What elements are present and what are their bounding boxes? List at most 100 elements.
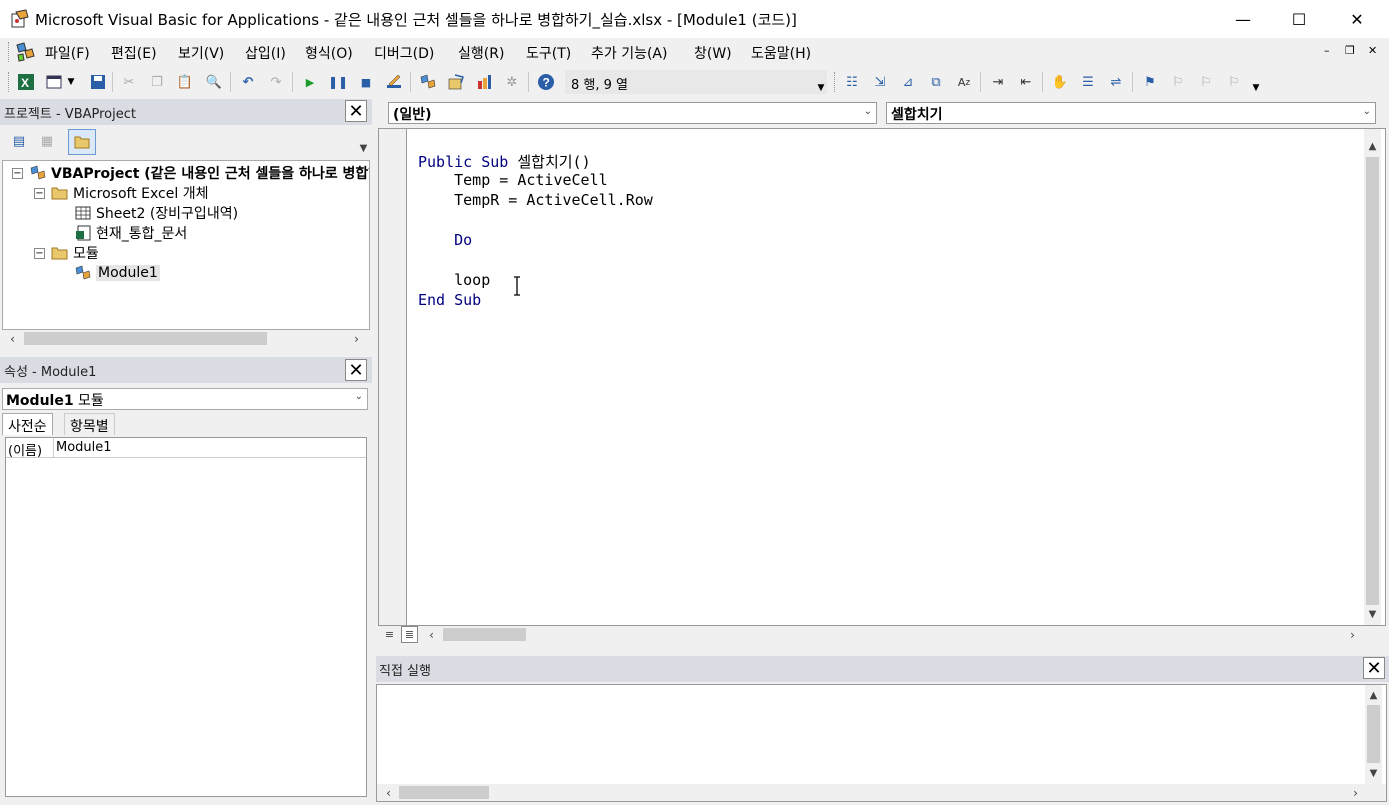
- code-line-3[interactable]: TempR = ActiveCell.Row: [418, 191, 653, 209]
- scroll-thumb[interactable]: [1367, 705, 1380, 763]
- code-line-1[interactable]: Public Sub 셀합치기(): [418, 151, 591, 172]
- code-vscroll[interactable]: ▲ ▼: [1364, 129, 1381, 625]
- tree-item-root[interactable]: VBAProject (같은 내용인 근처 셀들을 하나로 병합하기_실습.xl…: [29, 163, 369, 183]
- collapse-excel-objects-toggle[interactable]: −: [34, 188, 45, 199]
- procedure-combo[interactable]: 셀합치기 ⌄: [886, 102, 1376, 124]
- redo-icon[interactable]: ↷: [267, 73, 285, 91]
- tab-alphabetic[interactable]: 사전순: [2, 413, 53, 435]
- break-icon[interactable]: ❚❚: [328, 73, 348, 91]
- mdi-minimize-button[interactable]: –: [1324, 44, 1330, 57]
- chevron-left-icon[interactable]: ‹: [4, 330, 21, 347]
- immediate-vscroll[interactable]: ▲ ▼: [1365, 685, 1382, 785]
- list-properties-icon[interactable]: ☷: [843, 73, 861, 91]
- maximize-button[interactable]: ☐: [1276, 0, 1322, 38]
- clear-bookmarks-icon[interactable]: ⚐: [1225, 73, 1243, 91]
- chevron-down-icon[interactable]: ▼: [355, 140, 372, 157]
- object-dropdown[interactable]: Module1 모듈 ⌄: [2, 388, 368, 410]
- menu-file[interactable]: 파일(F): [45, 43, 90, 63]
- chevron-right-icon[interactable]: ›: [1344, 626, 1361, 643]
- full-module-view-icon[interactable]: ≣: [401, 626, 418, 643]
- properties-close-button[interactable]: ✕: [345, 359, 367, 381]
- code-line-2[interactable]: Temp = ActiveCell: [418, 171, 608, 189]
- scroll-thumb[interactable]: [443, 628, 526, 641]
- toolbar-overflow-icon[interactable]: ▼: [1250, 82, 1262, 94]
- copy-icon[interactable]: ❐: [148, 73, 166, 91]
- code-margin[interactable]: [379, 129, 407, 625]
- comment-block-icon[interactable]: ☰: [1079, 73, 1097, 91]
- complete-word-icon[interactable]: Az: [955, 73, 973, 91]
- mdi-close-button[interactable]: ✕: [1368, 44, 1377, 57]
- immediate-hscroll[interactable]: ‹ ›: [377, 784, 1386, 801]
- code-line-8[interactable]: End Sub: [418, 291, 481, 309]
- object-combo[interactable]: (일반) ⌄: [388, 102, 877, 124]
- immediate-window[interactable]: ▲ ▼ ‹ ›: [376, 684, 1387, 802]
- menu-window[interactable]: 창(W): [694, 43, 732, 63]
- tree-item-excel-objects[interactable]: Microsoft Excel 개체: [51, 183, 208, 203]
- minimize-button[interactable]: —: [1220, 0, 1266, 38]
- procedure-view-icon[interactable]: ≡: [381, 626, 398, 643]
- menu-view[interactable]: 보기(V): [178, 43, 224, 63]
- menu-tools[interactable]: 도구(T): [526, 43, 571, 63]
- menu-format[interactable]: 형식(O): [305, 43, 353, 63]
- immediate-close-button[interactable]: ✕: [1363, 657, 1385, 679]
- menu-addins[interactable]: 추가 기능(A): [591, 43, 667, 63]
- chevron-right-icon[interactable]: ›: [1347, 784, 1364, 801]
- undo-icon[interactable]: ↶: [239, 73, 257, 91]
- menu-insert[interactable]: 삽입(I): [245, 43, 286, 63]
- view-object-icon[interactable]: ▦: [38, 132, 56, 150]
- collapse-modules-toggle[interactable]: −: [34, 248, 45, 259]
- save-icon[interactable]: [89, 73, 107, 91]
- project-explorer-icon[interactable]: [419, 73, 437, 91]
- previous-bookmark-icon[interactable]: ⚐: [1197, 73, 1215, 91]
- uncomment-block-icon[interactable]: ⇌: [1107, 73, 1125, 91]
- tab-categorized[interactable]: 항목별: [64, 413, 115, 435]
- chevron-right-icon[interactable]: ›: [348, 330, 365, 347]
- scroll-thumb[interactable]: [24, 332, 267, 345]
- parameter-info-icon[interactable]: ⧉: [927, 73, 945, 91]
- list-constants-icon[interactable]: ⇲: [871, 73, 889, 91]
- chevron-left-icon[interactable]: ‹: [380, 784, 397, 801]
- design-mode-icon[interactable]: [385, 73, 403, 91]
- chevron-down-icon[interactable]: ▼: [1364, 606, 1381, 623]
- property-value[interactable]: Module1: [54, 438, 114, 457]
- close-button[interactable]: ✕: [1334, 0, 1380, 38]
- paste-icon[interactable]: 📋: [176, 73, 194, 91]
- menu-edit[interactable]: 편집(E): [111, 43, 157, 63]
- chevron-up-icon[interactable]: ▲: [1364, 138, 1381, 155]
- reset-icon[interactable]: ■: [357, 73, 375, 91]
- menu-help[interactable]: 도움말(H): [751, 43, 811, 63]
- code-hscroll[interactable]: ≡ ≣ ‹ ›: [378, 626, 1386, 643]
- outdent-icon[interactable]: ⇤: [1017, 73, 1035, 91]
- toggle-breakpoint-icon[interactable]: ✋: [1051, 73, 1069, 91]
- toolbar-grip[interactable]: [834, 72, 837, 92]
- object-browser-icon[interactable]: [475, 73, 493, 91]
- find-icon[interactable]: 🔍: [205, 73, 223, 91]
- tree-item-module1[interactable]: Module1: [74, 263, 160, 283]
- menu-debug[interactable]: 디버그(D): [374, 43, 434, 63]
- code-line-5[interactable]: Do: [418, 231, 472, 249]
- tree-item-workbook[interactable]: 현재_통합_문서: [74, 223, 187, 243]
- toggle-bookmark-icon[interactable]: ⚑: [1141, 73, 1159, 91]
- next-bookmark-icon[interactable]: ⚐: [1169, 73, 1187, 91]
- menu-grip[interactable]: [8, 42, 11, 62]
- scroll-thumb[interactable]: [399, 786, 489, 799]
- chevron-up-icon[interactable]: ▲: [1365, 687, 1382, 704]
- project-toolbar-scroll[interactable]: ▼: [355, 127, 372, 157]
- project-hscroll[interactable]: ‹ ›: [4, 330, 370, 347]
- chevron-down-icon[interactable]: ▼: [1365, 765, 1382, 782]
- toolbar-overflow-icon[interactable]: ▼: [815, 82, 827, 94]
- cut-icon[interactable]: ✂: [120, 73, 138, 91]
- project-close-button[interactable]: ✕: [345, 100, 367, 122]
- property-row[interactable]: (이름) Module1: [6, 438, 366, 459]
- toggle-folders-button[interactable]: [68, 129, 96, 155]
- menu-run[interactable]: 실행(R): [458, 43, 504, 63]
- toolbox-icon[interactable]: ✲: [503, 73, 521, 91]
- scroll-thumb[interactable]: [1366, 157, 1379, 605]
- code-editor[interactable]: Public Sub 셀합치기() Temp = ActiveCell Temp…: [378, 128, 1386, 626]
- collapse-root-toggle[interactable]: −: [12, 168, 23, 179]
- properties-window-icon[interactable]: [447, 73, 465, 91]
- view-code-icon[interactable]: ▤: [10, 132, 28, 150]
- toolbar-grip[interactable]: [8, 72, 11, 92]
- run-icon[interactable]: ▶: [301, 73, 319, 91]
- chevron-down-icon[interactable]: ▼: [65, 73, 77, 91]
